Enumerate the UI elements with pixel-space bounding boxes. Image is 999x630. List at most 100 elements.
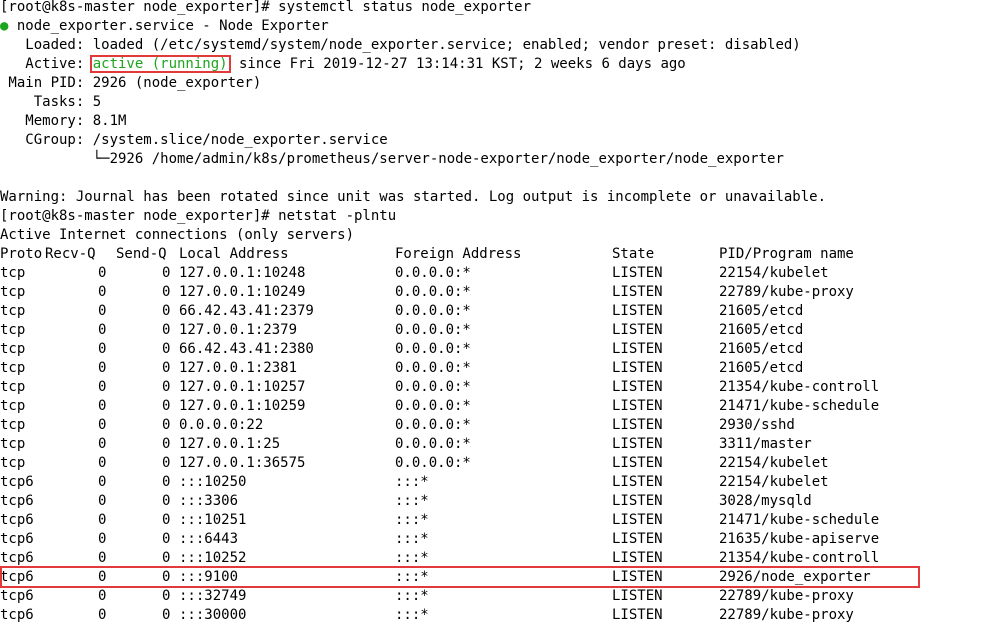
cell-local: 66.42.43.41:2380 xyxy=(179,341,314,357)
cell-proto: tcp6 xyxy=(0,474,34,490)
header-state: State xyxy=(612,246,655,262)
cell-pid: 22154/kubelet xyxy=(719,455,829,471)
cell-local: 127.0.0.1:10257 xyxy=(179,379,306,395)
cell-pid: 3311/master xyxy=(719,436,812,452)
cell-foreign: 0.0.0.0:* xyxy=(395,398,471,414)
cell-pid: 21471/kube-schedule xyxy=(719,512,880,528)
cell-send: 0 xyxy=(162,398,171,414)
cell-recv: 0 xyxy=(98,284,107,300)
cell-foreign: :::* xyxy=(395,493,429,509)
cell-proto: tcp xyxy=(0,398,26,414)
cell-recv: 0 xyxy=(98,474,107,490)
cell-proto: tcp xyxy=(0,303,26,319)
cell-send: 0 xyxy=(162,607,171,623)
cell-recv: 0 xyxy=(98,588,107,604)
cell-proto: tcp xyxy=(0,284,26,300)
cell-send: 0 xyxy=(162,341,171,357)
cell-proto: tcp xyxy=(0,455,26,471)
active-status-highlight: active (running) xyxy=(89,55,231,73)
tasks-line: Tasks: 5 xyxy=(0,94,102,110)
cell-pid: 22789/kube-proxy xyxy=(719,588,854,604)
cell-state: LISTEN xyxy=(612,607,663,623)
cell-state: LISTEN xyxy=(612,417,663,433)
cell-proto: tcp xyxy=(0,265,26,281)
cell-recv: 0 xyxy=(98,360,107,376)
cell-foreign: 0.0.0.0:* xyxy=(395,265,471,281)
cell-recv: 0 xyxy=(98,322,107,338)
loaded-line: Loaded: loaded (/etc/systemd/system/node… xyxy=(0,37,801,53)
cell-foreign: 0.0.0.0:* xyxy=(395,417,471,433)
cell-state: LISTEN xyxy=(612,265,663,281)
cell-state: LISTEN xyxy=(612,284,663,300)
netstat-title: Active Internet connections (only server… xyxy=(0,227,355,243)
cell-state: LISTEN xyxy=(612,588,663,604)
cell-recv: 0 xyxy=(98,493,107,509)
cell-proto: tcp6 xyxy=(0,607,34,623)
cell-send: 0 xyxy=(162,512,171,528)
cell-foreign: 0.0.0.0:* xyxy=(395,455,471,471)
table-row: tcp6 0 0:::10250:::* LISTEN 22154/kubelet xyxy=(0,473,999,492)
table-row: tcp 0 0 127.0.0.1:36575 0.0.0.0:* LISTEN 22154… xyxy=(0,454,999,473)
cell-recv: 0 xyxy=(98,512,107,528)
cell-send: 0 xyxy=(162,284,171,300)
cell-pid: 21605/etcd xyxy=(719,360,804,376)
cell-foreign: :::* xyxy=(395,512,429,528)
table-row: tcp 0 0 127.0.0.1:10248 0.0.0.0:* LISTEN 22154… xyxy=(0,264,999,283)
cell-pid: 2930/sshd xyxy=(719,417,795,433)
cell-recv: 0 xyxy=(98,398,107,414)
cell-local: 127.0.0.1:2381 xyxy=(179,360,298,376)
cell-local: :::10250 xyxy=(179,474,247,490)
cell-send: 0 xyxy=(162,455,171,471)
cell-local: 0.0.0.0:22 xyxy=(179,417,264,433)
cell-recv: 0 xyxy=(98,607,107,623)
cell-recv: 0 xyxy=(98,265,107,281)
cell-local: :::3306 xyxy=(179,493,239,509)
cell-local: :::6443 xyxy=(179,531,239,547)
cell-send: 0 xyxy=(162,322,171,338)
cell-proto: tcp xyxy=(0,322,26,338)
cell-foreign: :::* xyxy=(395,531,429,547)
journal-warning: Warning: Journal has been rotated since … xyxy=(0,189,827,205)
table-row: tcp 0 0 127.0.0.1:10257 0.0.0.0:* LISTEN 21354… xyxy=(0,378,999,397)
cell-foreign: :::* xyxy=(395,588,429,604)
cell-pid: 21605/etcd xyxy=(719,341,804,357)
cell-recv: 0 xyxy=(98,436,107,452)
cell-pid: 21605/etcd xyxy=(719,322,804,338)
cell-foreign: 0.0.0.0:* xyxy=(395,303,471,319)
cell-proto: tcp xyxy=(0,341,26,357)
cell-foreign: :::* xyxy=(395,607,429,623)
cell-foreign: 0.0.0.0:* xyxy=(395,284,471,300)
table-row: tcp 0 0 127.0.0.1:2381 0.0.0.0:* LISTEN 21605/… xyxy=(0,359,999,378)
cell-foreign: 0.0.0.0:* xyxy=(395,322,471,338)
cell-proto: tcp xyxy=(0,360,26,376)
cell-send: 0 xyxy=(162,303,171,319)
cgroup-line: CGroup: /system.slice/node_exporter.serv… xyxy=(0,132,388,148)
cell-state: LISTEN xyxy=(612,436,663,452)
table-row: tcp6 0 0:::30000:::* LISTEN 22789/kube-proxy xyxy=(0,606,999,625)
cell-state: LISTEN xyxy=(612,512,663,528)
header-proto: Proto xyxy=(0,246,43,262)
cell-pid: 21635/kube-apiserve xyxy=(719,531,880,547)
table-row: tcp6 0 0:::32749:::* LISTEN 22789/kube-proxy xyxy=(0,587,999,606)
cell-state: LISTEN xyxy=(612,474,663,490)
header-pid: PID/Program name xyxy=(719,246,854,262)
cell-proto: tcp6 xyxy=(0,512,34,528)
cell-foreign: :::* xyxy=(395,474,429,490)
table-row: tcp 0 0 66.42.43.41:2380 0.0.0.0:* LISTEN 2160… xyxy=(0,340,999,359)
cell-foreign: 0.0.0.0:* xyxy=(395,379,471,395)
header-local: Local Address xyxy=(179,246,289,262)
cell-proto: tcp6 xyxy=(0,588,34,604)
header-foreign: Foreign Address xyxy=(395,246,522,262)
table-row: tcp 0 0 0.0.0.0:22 0.0.0.0:* LISTEN 2930/sshd xyxy=(0,416,999,435)
terminal-window[interactable]: [root@k8s-master node_exporter]# systemc… xyxy=(0,0,999,625)
table-row: tcp 0 0 127.0.0.1:10249 0.0.0.0:* LISTEN 22789… xyxy=(0,283,999,302)
cell-local: 127.0.0.1:2379 xyxy=(179,322,298,338)
table-row: tcp6 0 0:::6443:::* LISTEN 21635/kube-apiser… xyxy=(0,530,999,549)
cell-state: LISTEN xyxy=(612,360,663,376)
cgroup-child-line: └─2926 /home/admin/k8s/prometheus/server… xyxy=(0,151,784,167)
cell-recv: 0 xyxy=(98,379,107,395)
cell-send: 0 xyxy=(162,360,171,376)
cell-proto: tcp6 xyxy=(0,493,34,509)
active-line: Active: active (running) since Fri 2019-… xyxy=(0,55,999,74)
memory-line: Memory: 8.1M xyxy=(0,113,127,129)
